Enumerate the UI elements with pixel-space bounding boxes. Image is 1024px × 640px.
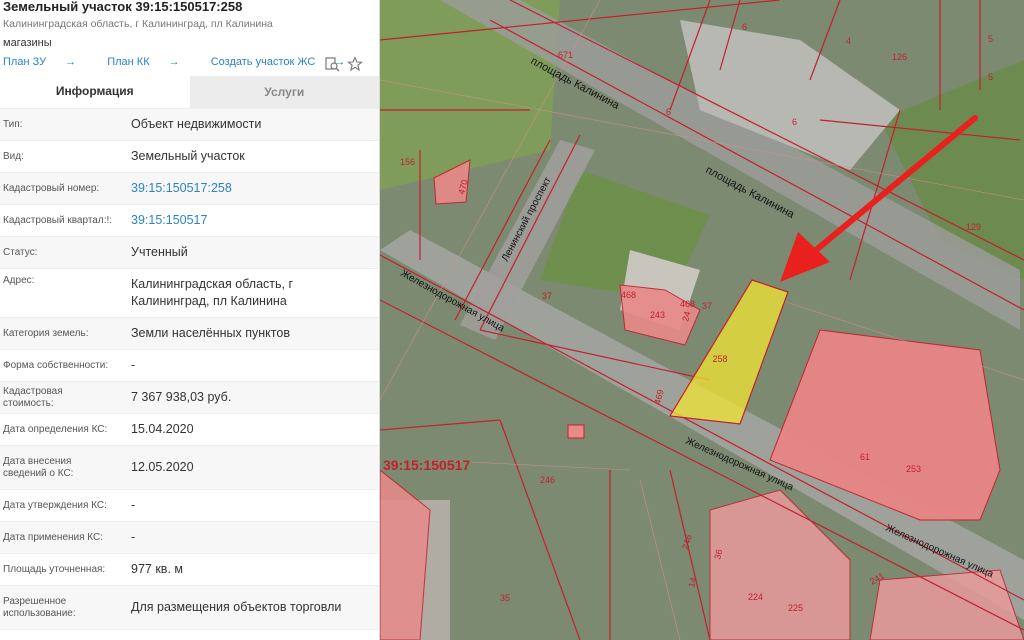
table-row: Адрес: Калининградская область, г Калинин… — [0, 268, 379, 317]
plan-zu-label: План ЗУ — [3, 56, 47, 68]
parcel-number: 224 — [748, 592, 763, 602]
row-key: Кадастровая стоимость: — [3, 385, 63, 409]
parcel-number: 468 — [680, 299, 695, 309]
table-row: Тип: Объект недвижимости — [0, 108, 379, 140]
row-value: Учтенный — [131, 245, 188, 259]
row-key: Дата утверждения КС: — [3, 499, 107, 511]
table-row: по документу:магазины — [0, 629, 379, 640]
header-address: Калининградская область, г Калининград, … — [3, 18, 273, 30]
table-row: Кадастровый номер: 39:15:150517:258 — [0, 172, 379, 204]
table-row: Вид: Земельный участок — [0, 140, 379, 172]
table-row: Дата внесения сведений о КС: 12.05.2020 — [0, 445, 379, 489]
plan-kk-link[interactable]: План КК → — [107, 56, 193, 68]
parcel-number: 468 — [621, 290, 636, 300]
table-row: Дата утверждения КС: - — [0, 489, 379, 521]
table-row: Форма собственности: - — [0, 349, 379, 381]
row-key: Дата применения КС: — [3, 531, 104, 543]
quarter-label: 39:15:150517 — [383, 457, 470, 473]
row-value: - — [131, 530, 136, 544]
page-title: Земельный участок 39:15:150517:258 — [3, 0, 243, 14]
tab-services[interactable]: Услуги — [189, 76, 379, 108]
row-value: 977 кв. м — [131, 562, 183, 576]
cadastral-map[interactable]: 258 площадь Калинина площадь Калинина Ле… — [380, 0, 1024, 640]
cadastral-quarter-link[interactable]: 39:15:150517 — [120, 205, 379, 236]
property-table: Тип: Объект недвижимости Вид: Земельный уч… — [0, 108, 379, 640]
row-key: Дата внесения сведений о КС: — [3, 455, 74, 479]
table-row: Дата определения КС: 15.04.2020 — [0, 413, 379, 445]
row-key: Дата определения КС: — [3, 423, 108, 435]
table-row: Категория земель: Земли населённых пункто… — [0, 317, 379, 349]
row-key: Тип: — [3, 118, 23, 130]
create-parcel-label: Создать участок ЖС — [210, 56, 316, 68]
row-key: Площадь уточненная: — [3, 563, 106, 575]
plan-zu-link[interactable]: План ЗУ → — [3, 56, 90, 68]
star-icon[interactable] — [347, 56, 363, 72]
parcel-258-label: 258 — [712, 354, 727, 364]
table-row: Площадь уточненная: 977 кв. м — [0, 553, 379, 585]
parcel-number: 126 — [892, 52, 907, 62]
info-panel: Земельный участок 39:15:150517:258 Калин… — [0, 0, 380, 640]
row-value: Земельный участок — [131, 149, 245, 163]
row-key: Категория земель: — [3, 327, 89, 339]
plan-kk-label: План КК — [107, 56, 150, 68]
parcel-number: 37 — [702, 301, 712, 311]
row-value: Земли населённых пунктов — [131, 326, 290, 340]
parcel-number: 253 — [906, 464, 921, 474]
row-key: Адрес: — [3, 275, 35, 286]
parcel-number: 246 — [540, 475, 555, 485]
parcel-number: 37 — [542, 291, 552, 301]
row-value: Для размещения объектов торговли — [131, 600, 342, 614]
row-key: Разрешенное использование: — [3, 595, 76, 619]
parcel-number: 6 — [792, 117, 797, 127]
row-key: Статус: — [3, 246, 38, 258]
action-links: План ЗУ → План КК → Создать участок ЖС → — [3, 56, 373, 68]
tab-info[interactable]: Информация — [0, 76, 190, 108]
table-row: Кадастровая стоимость: 7 367 938,03 руб. — [0, 381, 379, 413]
row-key: Кадастровый квартал:!: — [3, 214, 113, 226]
table-row: Разрешенное использование: Для размещения… — [0, 585, 379, 629]
row-value: 7 367 938,03 руб. — [131, 390, 232, 404]
row-key: по документу: — [0, 630, 120, 640]
table-row: Статус: Учтенный — [0, 236, 379, 268]
row-value: - — [131, 358, 136, 372]
parcel-number: 671 — [558, 50, 573, 60]
parcel-number: 6 — [742, 22, 747, 32]
parcel-number: 6 — [666, 107, 671, 117]
row-key: Кадастровый номер: — [3, 182, 100, 194]
parcel-small[interactable] — [567, 424, 585, 439]
row-key: Форма собственности: — [3, 359, 109, 371]
parcel-number: 243 — [650, 310, 665, 320]
row-value: Калининградская область, г Калининград, … — [131, 277, 294, 308]
row-value: Объект недвижимости — [131, 117, 262, 131]
parcel-number: 4 — [846, 36, 851, 46]
parcel-number: 61 — [860, 452, 870, 462]
parcel-number: 35 — [500, 593, 510, 603]
map-canvas[interactable]: 258 площадь Калинина площадь Калинина Ле… — [380, 0, 1024, 640]
table-row: Кадастровый квартал:!: 39:15:150517 — [0, 204, 379, 236]
arrow-right-icon: → — [65, 56, 77, 68]
parcel-241[interactable] — [869, 569, 1024, 640]
arrow-right-icon: → — [168, 56, 180, 68]
table-row: Дата применения КС: - — [0, 521, 379, 553]
parcel-number: 129 — [966, 222, 981, 232]
parcel-number: 225 — [788, 603, 803, 613]
search-document-icon[interactable] — [324, 56, 340, 72]
row-value: 15.04.2020 — [131, 422, 194, 436]
parcel-number: 156 — [400, 157, 415, 167]
row-key: Вид: — [3, 150, 24, 162]
parcel-number: 5 — [988, 34, 993, 44]
parcel-number: 5 — [988, 72, 993, 82]
row-value: 12.05.2020 — [131, 460, 194, 474]
tab-bar: Информация Услуги — [0, 76, 379, 108]
cadastral-number-link[interactable]: 39:15:150517:258 — [120, 173, 379, 204]
header-purpose: магазины — [3, 37, 52, 49]
row-value: - — [131, 498, 136, 512]
row-value: магазины — [120, 630, 379, 640]
